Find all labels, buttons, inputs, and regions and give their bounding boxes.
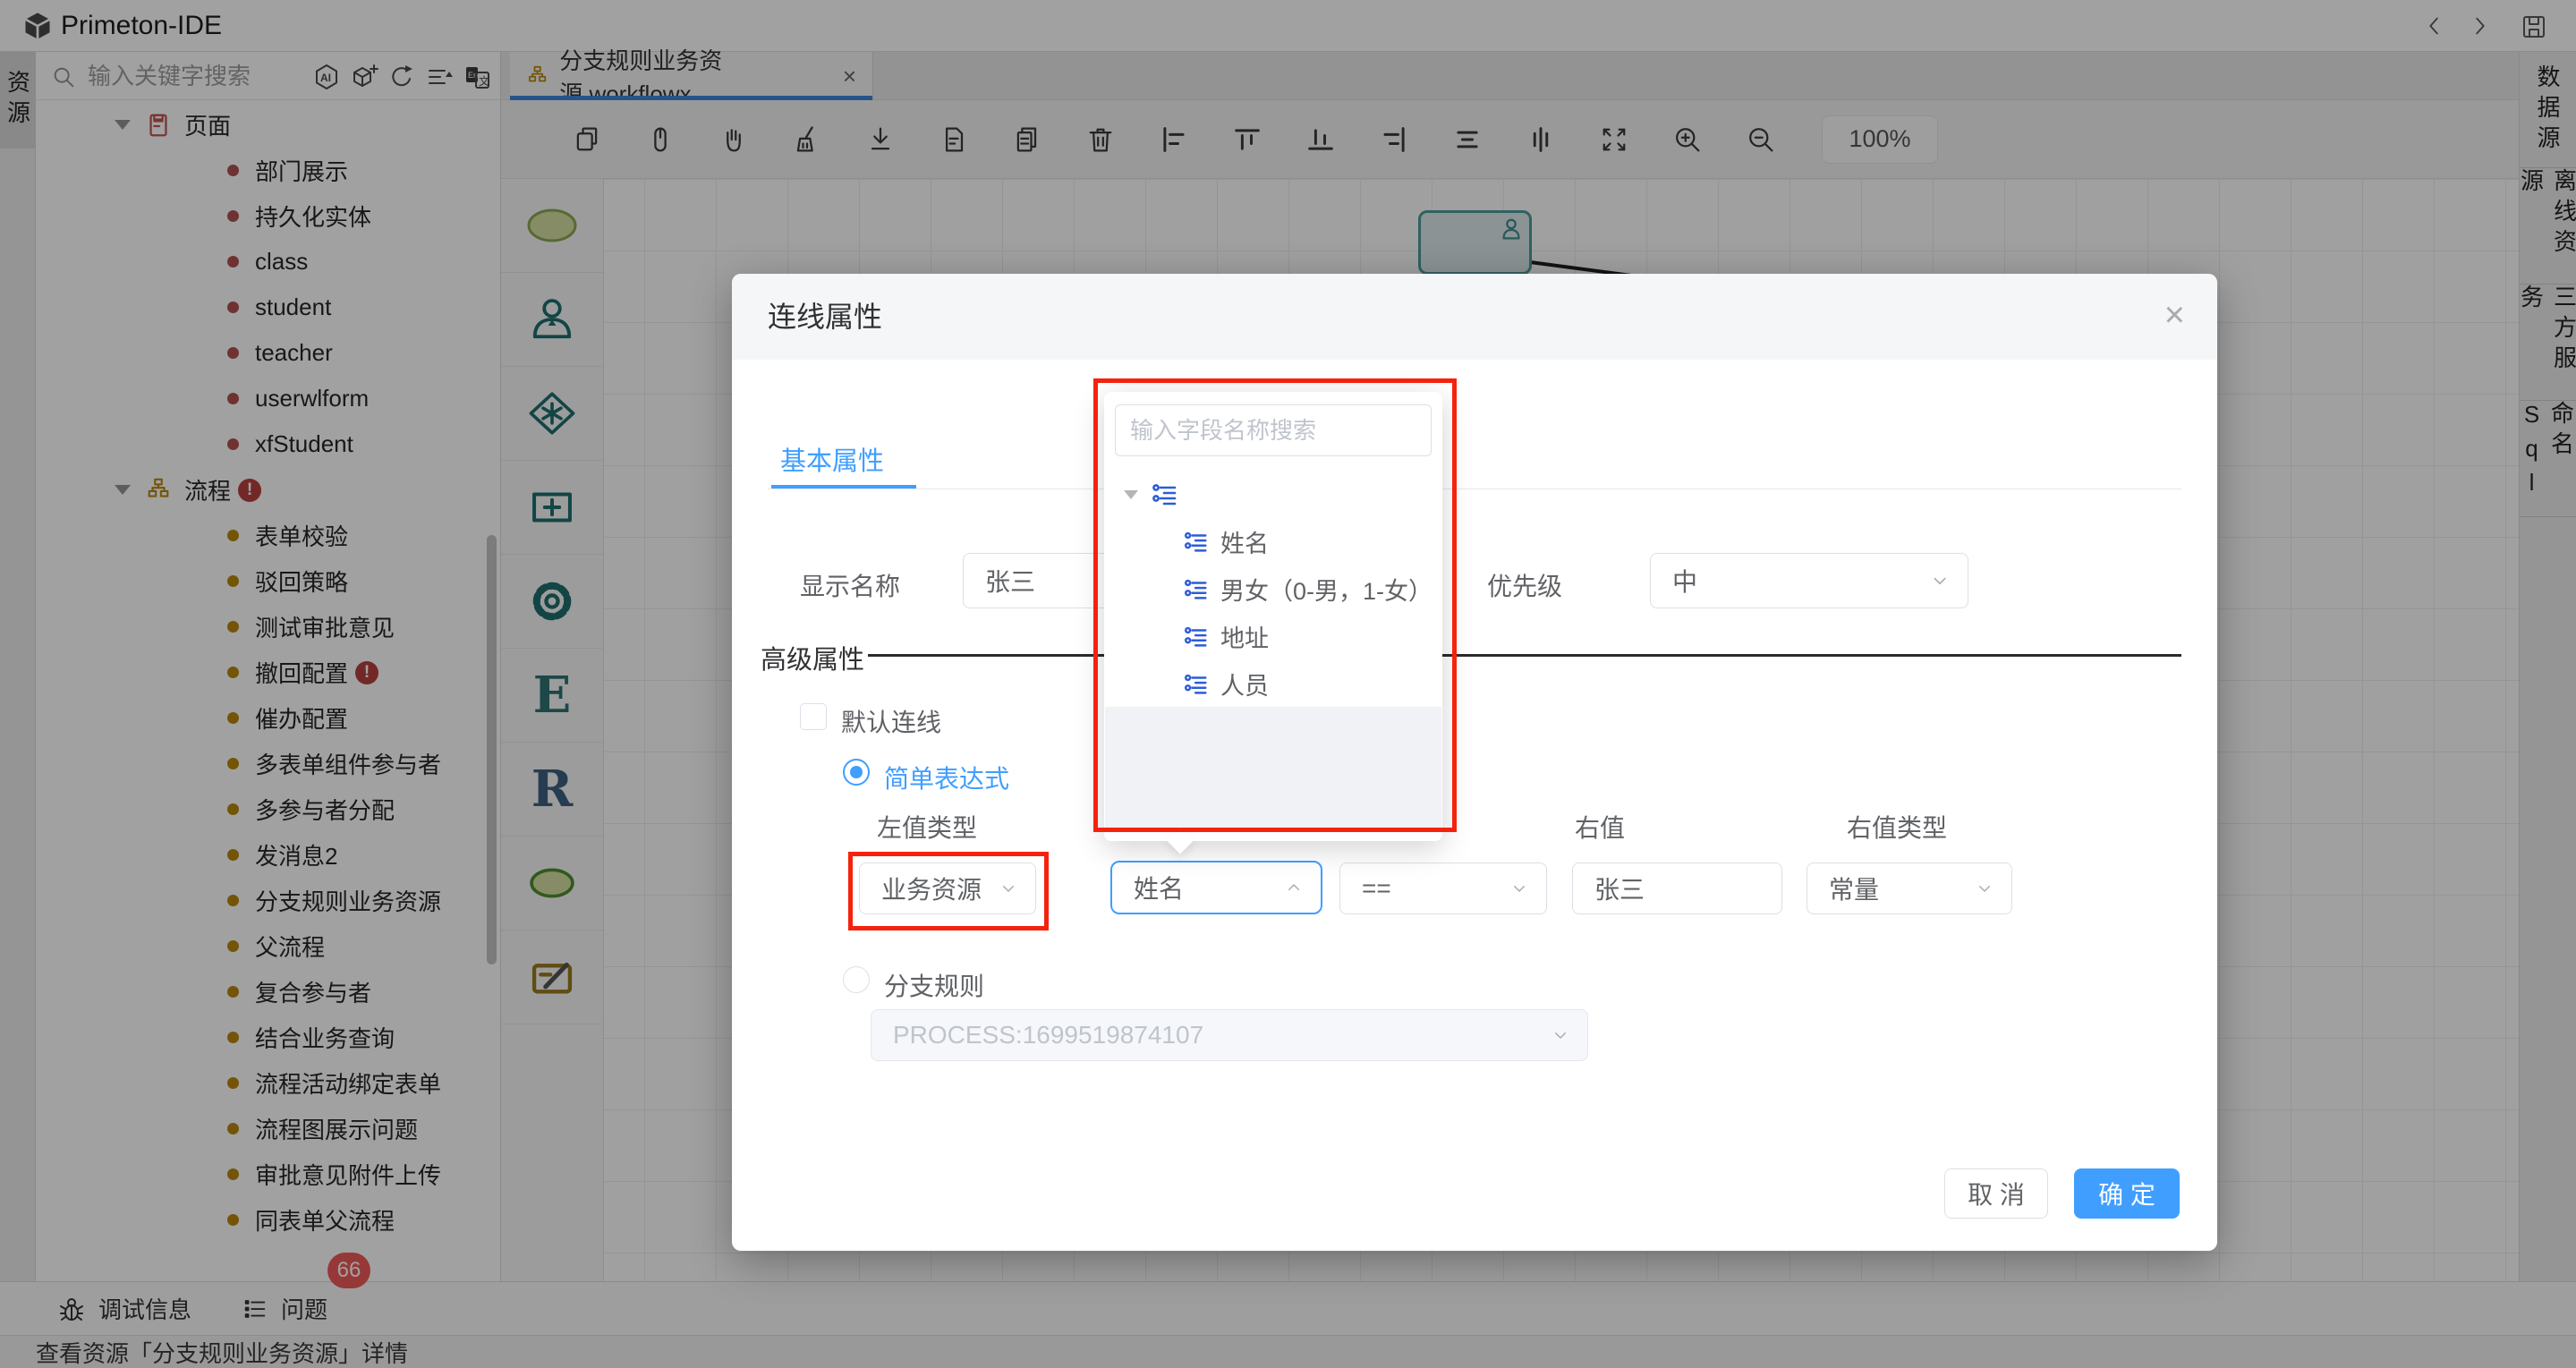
- chevron-down-icon: [1974, 878, 1995, 899]
- field-option-label: 姓名: [1220, 524, 1269, 559]
- right-value-input[interactable]: [1572, 862, 1782, 914]
- default-line-label: 默认连线: [841, 703, 941, 739]
- branch-rule-value: PROCESS:1699519874107: [893, 1021, 1203, 1049]
- app-window: Primeton-IDE 资源 AI En文: [0, 0, 2576, 1368]
- field-option[interactable]: 男女（0-男，1-女）: [1104, 565, 1442, 613]
- left-field-value: 姓名: [1134, 870, 1184, 905]
- dialog-title: 连线属性: [768, 274, 882, 360]
- left-type-value: 业务资源: [881, 871, 982, 906]
- dialog-header: 连线属性: [732, 274, 2217, 360]
- branch-rule-label: 分支规则: [884, 967, 984, 1003]
- field-option[interactable]: 人员: [1104, 660, 1442, 708]
- field-option[interactable]: 姓名: [1104, 518, 1442, 565]
- chevron-down-icon: [1509, 878, 1530, 899]
- right-value[interactable]: [1594, 874, 1760, 903]
- priority-value: 中: [1672, 563, 1697, 599]
- ok-button[interactable]: 确 定: [2074, 1168, 2180, 1219]
- field-option-label: 人员: [1220, 667, 1269, 701]
- left-type-label: 左值类型: [877, 809, 977, 845]
- right-type-value: 常量: [1829, 871, 1879, 906]
- field-icon: [1183, 624, 1210, 650]
- field-option-label: 地址: [1220, 619, 1269, 654]
- left-field-select[interactable]: 姓名: [1110, 861, 1322, 914]
- field-option-label: 男女（0-男，1-女）: [1220, 572, 1433, 607]
- cancel-button[interactable]: 取 消: [1944, 1168, 2048, 1219]
- simple-expression-label: 简单表达式: [884, 760, 1009, 795]
- left-type-select[interactable]: 业务资源: [859, 862, 1036, 914]
- field-icon: [1183, 671, 1210, 698]
- branch-rule-radio[interactable]: [843, 966, 870, 993]
- simple-expression-radio[interactable]: [843, 759, 870, 786]
- dialog-close-icon[interactable]: ×: [2164, 295, 2185, 336]
- line-properties-dialog: 连线属性 × 基本属性 显示名称 优先级 中 高级属性 默认连线 简单表达式 左…: [732, 274, 2217, 1251]
- right-type-label: 右值类型: [1847, 809, 1947, 845]
- field-dropdown: 姓名 男女（0-男，1-女） 地址 人员: [1104, 392, 1442, 841]
- operator-select[interactable]: ==: [1339, 862, 1547, 914]
- chevron-up-icon: [1283, 877, 1305, 898]
- field-option[interactable]: 地址: [1104, 613, 1442, 660]
- field-tree-root[interactable]: [1104, 471, 1442, 518]
- field-icon: [1183, 529, 1210, 556]
- tab-basic-properties[interactable]: 基本属性: [780, 440, 884, 478]
- default-line-checkbox[interactable]: [800, 703, 827, 730]
- operator-value: ==: [1362, 874, 1391, 903]
- advanced-section-label: 高级属性: [761, 639, 864, 676]
- right-value-label: 右值: [1575, 809, 1625, 845]
- chevron-down-icon: [998, 878, 1019, 899]
- chevron-down-icon: [1550, 1024, 1571, 1046]
- field-icon: [1151, 480, 1179, 509]
- priority-select[interactable]: 中: [1650, 553, 1968, 608]
- display-name-label: 显示名称: [800, 567, 900, 603]
- dropdown-empty-area: [1105, 707, 1441, 832]
- collapse-caret-icon[interactable]: [1124, 490, 1138, 499]
- field-search-box[interactable]: [1115, 404, 1432, 456]
- right-type-select[interactable]: 常量: [1807, 862, 2012, 914]
- field-search-input[interactable]: [1116, 405, 1431, 455]
- field-icon: [1183, 576, 1210, 603]
- advanced-section-divider: [868, 654, 2181, 657]
- chevron-down-icon: [1928, 569, 1951, 592]
- branch-rule-select: PROCESS:1699519874107: [871, 1009, 1588, 1061]
- priority-label: 优先级: [1487, 567, 1562, 603]
